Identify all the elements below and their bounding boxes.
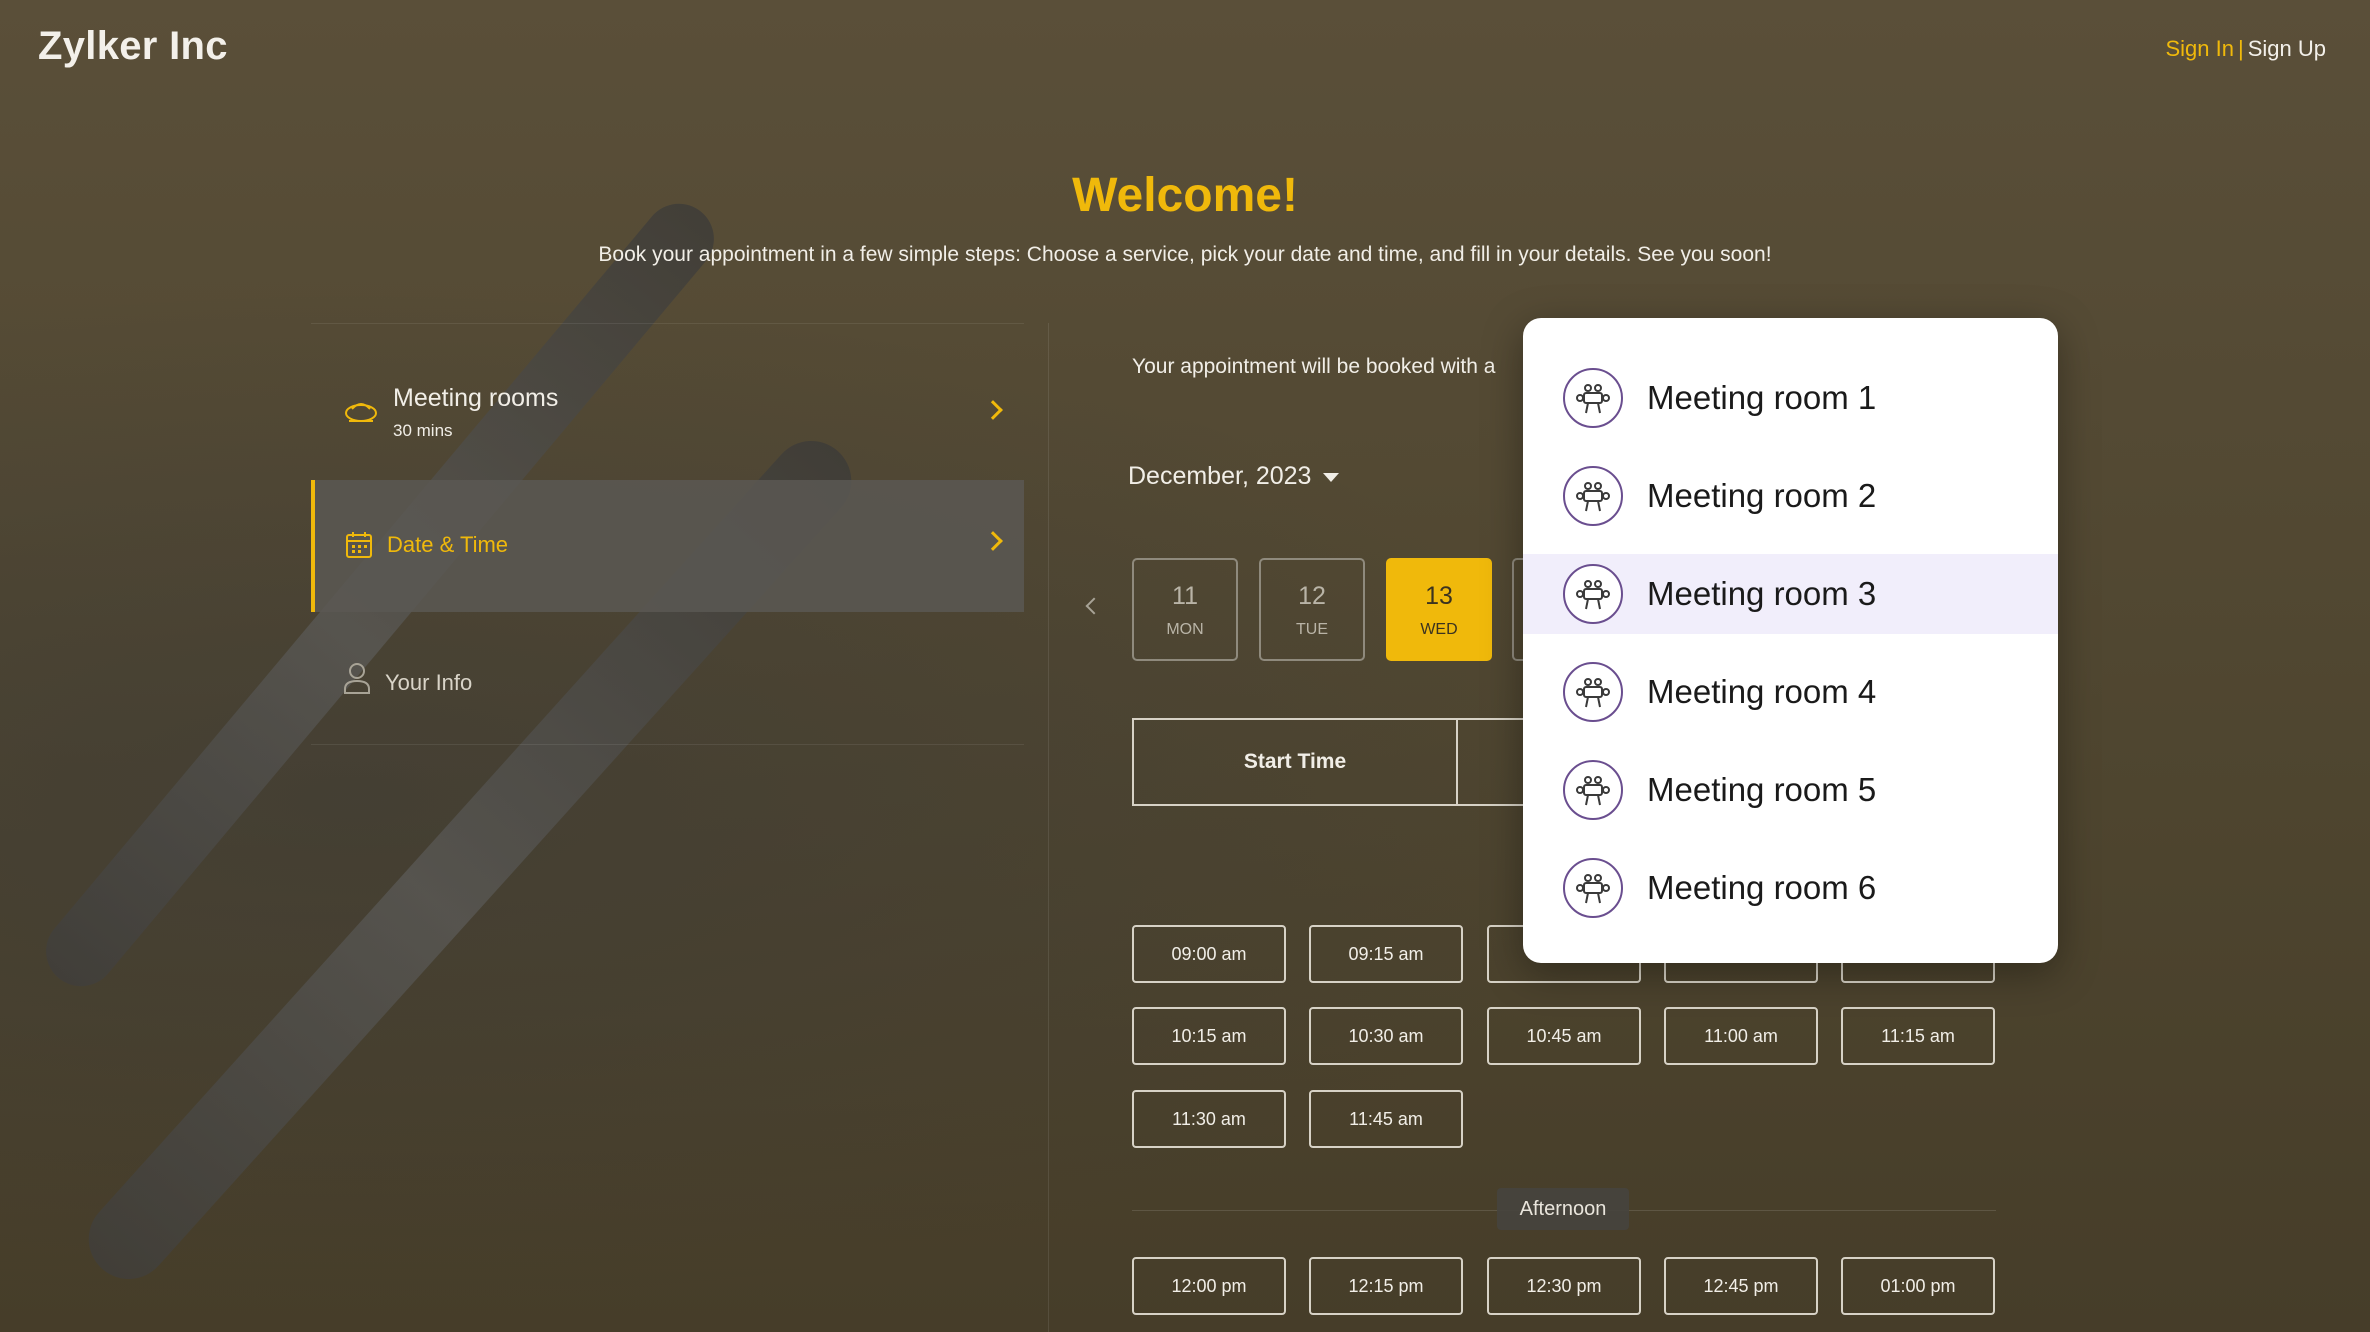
step-duration: 30 mins <box>393 421 453 440</box>
meeting-room-option-3[interactable]: Meeting room 3 <box>1523 554 2058 634</box>
step-meeting-rooms[interactable]: Meeting rooms 30 mins <box>311 370 1024 460</box>
meeting-room-option-2[interactable]: Meeting room 2 <box>1523 456 2058 536</box>
calendar-icon <box>345 531 373 564</box>
chevron-right-icon <box>983 531 1003 551</box>
meeting-room-icon <box>1563 662 1623 722</box>
meeting-room-icon <box>1563 760 1623 820</box>
step-date-time[interactable]: Date & Time <box>311 480 1024 612</box>
month-label: December, 2023 <box>1128 462 1312 490</box>
column-divider <box>1048 323 1049 1332</box>
meeting-room-option-6[interactable]: Meeting room 6 <box>1523 848 2058 928</box>
meeting-room-icon <box>1563 466 1623 526</box>
month-selector[interactable]: December, 2023 <box>1128 462 1340 491</box>
time-slot[interactable]: 12:15 pm <box>1309 1257 1463 1315</box>
day-of-week: TUE <box>1296 621 1328 638</box>
user-icon <box>343 662 371 699</box>
meeting-room-option-4[interactable]: Meeting room 4 <box>1523 652 2058 732</box>
steps-bottom-divider <box>311 744 1024 745</box>
steps-top-divider <box>311 323 1024 324</box>
meeting-room-icon <box>343 396 379 431</box>
meeting-room-icon <box>1563 564 1623 624</box>
meeting-room-label: Meeting room 6 <box>1647 869 1877 906</box>
booking-notice: Your appointment will be booked with a <box>1132 355 1496 378</box>
meeting-room-dropdown: Meeting room 1 Meeting room 2 Meeting ro… <box>1523 318 2058 963</box>
day-number: 11 <box>1172 582 1198 610</box>
time-slot[interactable]: 09:00 am <box>1132 925 1286 983</box>
day-card[interactable]: 12 TUE <box>1259 558 1365 661</box>
day-of-week: WED <box>1420 621 1458 638</box>
meeting-room-icon <box>1563 858 1623 918</box>
time-slot[interactable]: 10:30 am <box>1309 1007 1463 1065</box>
time-slot[interactable]: 01:00 pm <box>1841 1257 1995 1315</box>
chevron-right-icon <box>983 400 1003 420</box>
sign-up-link[interactable]: Sign Up <box>2248 36 2326 61</box>
step-title: Date & Time <box>387 532 509 557</box>
afternoon-label: Afternoon <box>1497 1188 1629 1230</box>
sign-in-link[interactable]: Sign In <box>2166 36 2235 61</box>
step-your-info[interactable]: Your Info <box>311 640 1024 730</box>
start-time-header: Start Time <box>1134 720 1458 804</box>
step-title: Meeting rooms <box>393 384 559 412</box>
time-slot[interactable]: 11:15 am <box>1841 1007 1995 1065</box>
meeting-room-label: Meeting room 1 <box>1647 379 1877 416</box>
time-slot[interactable]: 10:15 am <box>1132 1007 1286 1065</box>
time-slot[interactable]: 12:45 pm <box>1664 1257 1818 1315</box>
meeting-room-label: Meeting room 5 <box>1647 771 1877 808</box>
brand-logo[interactable]: Zylker Inc <box>38 24 228 69</box>
time-slot[interactable]: 12:30 pm <box>1487 1257 1641 1315</box>
page-title: Welcome! <box>1072 169 1298 222</box>
time-slot[interactable]: 11:00 am <box>1664 1007 1818 1065</box>
meeting-room-option-5[interactable]: Meeting room 5 <box>1523 750 2058 830</box>
meeting-room-label: Meeting room 2 <box>1647 477 1877 514</box>
auth-separator: | <box>2238 36 2244 61</box>
meeting-room-icon <box>1563 368 1623 428</box>
day-number: 12 <box>1298 582 1326 610</box>
time-slot[interactable]: 10:45 am <box>1487 1007 1641 1065</box>
day-card-selected[interactable]: 13 WED <box>1386 558 1492 661</box>
time-slot[interactable]: 11:30 am <box>1132 1090 1286 1148</box>
caret-down-icon <box>1323 472 1340 482</box>
meeting-room-label: Meeting room 3 <box>1647 575 1877 612</box>
time-slot[interactable]: 09:15 am <box>1309 925 1463 983</box>
auth-links: Sign In | Sign Up <box>2166 36 2327 62</box>
page-subtitle: Book your appointment in a few simple st… <box>598 243 1772 266</box>
time-slot[interactable]: 12:00 pm <box>1132 1257 1286 1315</box>
day-of-week: MON <box>1166 621 1204 638</box>
day-number: 13 <box>1425 582 1453 610</box>
meeting-room-label: Meeting room 4 <box>1647 673 1877 710</box>
day-card[interactable]: 11 MON <box>1132 558 1238 661</box>
time-slot[interactable]: 11:45 am <box>1309 1090 1463 1148</box>
step-title: Your Info <box>385 670 473 695</box>
meeting-room-option-1[interactable]: Meeting room 1 <box>1523 358 2058 438</box>
